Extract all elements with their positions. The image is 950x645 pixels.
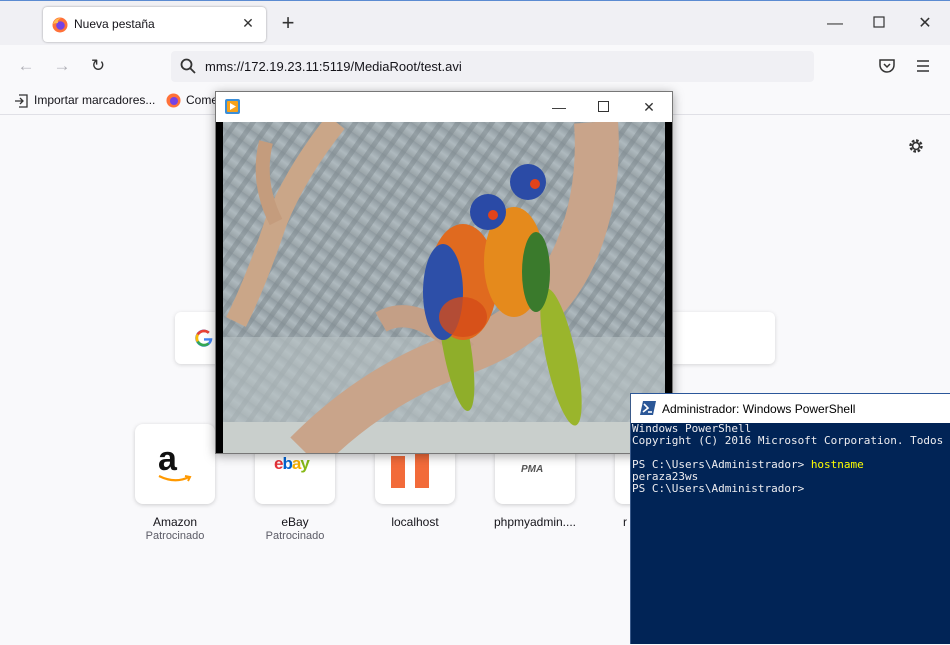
tab-strip: Nueva pestaña ✕ + — ✕	[0, 1, 950, 45]
player-title-bar[interactable]: — ✕	[216, 92, 672, 121]
powershell-title: Administrador: Windows PowerShell	[662, 402, 856, 416]
tab-new-tab[interactable]: Nueva pestaña ✕	[43, 7, 266, 42]
video-frame[interactable]	[216, 122, 672, 453]
amazon-smile-icon	[158, 475, 192, 482]
localhost-favicon	[391, 454, 429, 488]
console-line: Copyright (C) 2016 Microsoft Corporation…	[632, 434, 944, 447]
close-icon[interactable]: ✕	[639, 97, 659, 117]
pocket-icon[interactable]	[878, 57, 896, 75]
import-icon	[15, 94, 28, 108]
console-line: PS C:\Users\Administrador>	[632, 483, 950, 495]
powershell-console[interactable]: Windows PowerShell Copyright (C) 2016 Mic…	[631, 423, 950, 644]
shortcut-name: eBay	[281, 515, 309, 529]
search-icon	[180, 58, 196, 74]
bookmark-getting-started[interactable]: Come	[186, 93, 218, 107]
minimize-icon[interactable]: —	[826, 15, 844, 33]
address-bar[interactable]: mms://172.19.23.11:5119/MediaRoot/test.a…	[171, 51, 814, 82]
sponsored-label: Patrocinado	[145, 530, 205, 542]
plus-icon[interactable]: +	[278, 12, 298, 34]
lorikeets-video-image	[223, 122, 665, 453]
firefox-icon	[166, 93, 181, 108]
media-player-window[interactable]: — ✕	[215, 91, 673, 454]
close-tab-icon[interactable]: ✕	[240, 15, 256, 31]
media-player-icon	[225, 99, 240, 114]
menu-icon[interactable]	[915, 58, 931, 74]
powershell-window[interactable]: Administrador: Windows PowerShell Window…	[630, 393, 950, 644]
shortcut-name: phpmyadmin....	[493, 515, 577, 529]
tab-title: Nueva pestaña	[74, 17, 155, 31]
navigation-toolbar: ← → ↻ mms://172.19.23.11:5119/MediaRoot/…	[0, 45, 950, 87]
maximize-icon[interactable]	[593, 97, 613, 117]
shortcut-name: Amazon	[152, 515, 198, 529]
console-prompt: PS C:\Users\Administrador>	[632, 482, 811, 495]
pma-logo: PMA	[521, 464, 544, 475]
bookmark-import[interactable]: Importar marcadores...	[34, 93, 155, 107]
minimize-icon[interactable]: —	[549, 97, 569, 117]
google-icon	[195, 329, 213, 347]
forward-icon[interactable]: →	[51, 55, 73, 77]
shortcut-name: localhost	[391, 515, 439, 529]
sponsored-label: Patrocinado	[265, 530, 325, 542]
ebay-logo: ebay	[274, 454, 310, 473]
maximize-icon[interactable]	[870, 15, 888, 33]
shortcut-tile[interactable]: a	[135, 424, 215, 504]
back-icon[interactable]: ←	[15, 55, 37, 77]
reload-icon[interactable]: ↻	[87, 55, 109, 77]
powershell-title-bar[interactable]: Administrador: Windows PowerShell	[631, 393, 950, 423]
firefox-icon	[52, 17, 68, 33]
url-text: mms://172.19.23.11:5119/MediaRoot/test.a…	[205, 59, 462, 74]
powershell-icon	[640, 401, 656, 415]
console-command: hostname	[810, 458, 864, 471]
gear-icon[interactable]	[907, 137, 925, 155]
close-icon[interactable]: ✕	[916, 15, 934, 33]
